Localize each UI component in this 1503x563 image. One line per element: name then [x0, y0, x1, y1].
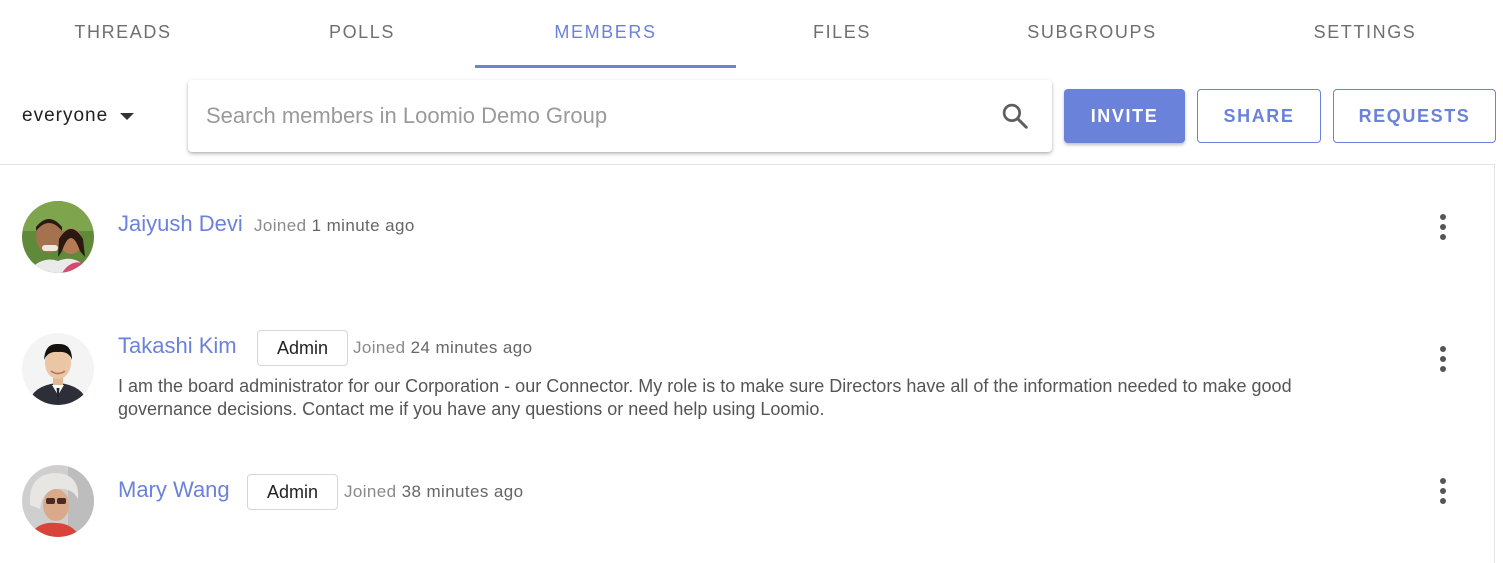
invite-button[interactable]: INVITE — [1064, 89, 1185, 143]
joined-info: Joined 24 minutes ago — [353, 338, 532, 358]
joined-time: 1 minute ago — [311, 216, 415, 235]
toolbar-divider — [0, 164, 1495, 165]
admin-badge: Admin — [247, 474, 338, 510]
tab-files[interactable]: FILES — [736, 0, 948, 68]
avatar[interactable] — [22, 465, 94, 537]
joined-label: Joined — [344, 482, 397, 501]
tab-members[interactable]: MEMBERS — [475, 0, 736, 68]
more-vert-icon[interactable] — [1431, 212, 1455, 242]
tab-threads[interactable]: THREADS — [0, 0, 246, 68]
joined-time: 38 minutes ago — [401, 482, 524, 501]
more-vert-icon[interactable] — [1431, 344, 1455, 374]
more-vert-icon[interactable] — [1431, 476, 1455, 506]
tab-settings[interactable]: SETTINGS — [1236, 0, 1494, 68]
member-filter-dropdown[interactable]: everyone — [22, 100, 135, 132]
search-icon[interactable] — [1000, 101, 1030, 131]
tab-polls[interactable]: POLLS — [246, 0, 478, 68]
member-bio: I am the board administrator for our Cor… — [118, 376, 1292, 419]
member-name[interactable]: Takashi Kim — [118, 333, 237, 359]
admin-badge: Admin — [257, 330, 348, 366]
joined-label: Joined — [254, 216, 307, 235]
joined-label: Joined — [353, 338, 406, 357]
joined-info: Joined 38 minutes ago — [344, 482, 523, 502]
active-tab-indicator — [475, 65, 736, 68]
share-button[interactable]: SHARE — [1197, 89, 1321, 143]
joined-info: Joined 1 minute ago — [254, 216, 415, 236]
member-name[interactable]: Mary Wang — [118, 477, 230, 503]
caret-down-icon — [120, 112, 135, 120]
member-filter-label: everyone — [22, 105, 109, 126]
member-name[interactable]: Jaiyush Devi — [118, 211, 243, 237]
group-tabs: THREADS POLLS MEMBERS FILES SUBGROUPS SE… — [0, 0, 1503, 68]
tab-subgroups[interactable]: SUBGROUPS — [948, 0, 1236, 68]
requests-button[interactable]: REQUESTS — [1333, 89, 1496, 143]
panel-border — [1494, 164, 1495, 563]
joined-time: 24 minutes ago — [410, 338, 533, 357]
search-input[interactable] — [206, 100, 986, 132]
avatar[interactable] — [22, 201, 94, 273]
avatar[interactable] — [22, 333, 94, 405]
member-search-box — [188, 80, 1052, 152]
